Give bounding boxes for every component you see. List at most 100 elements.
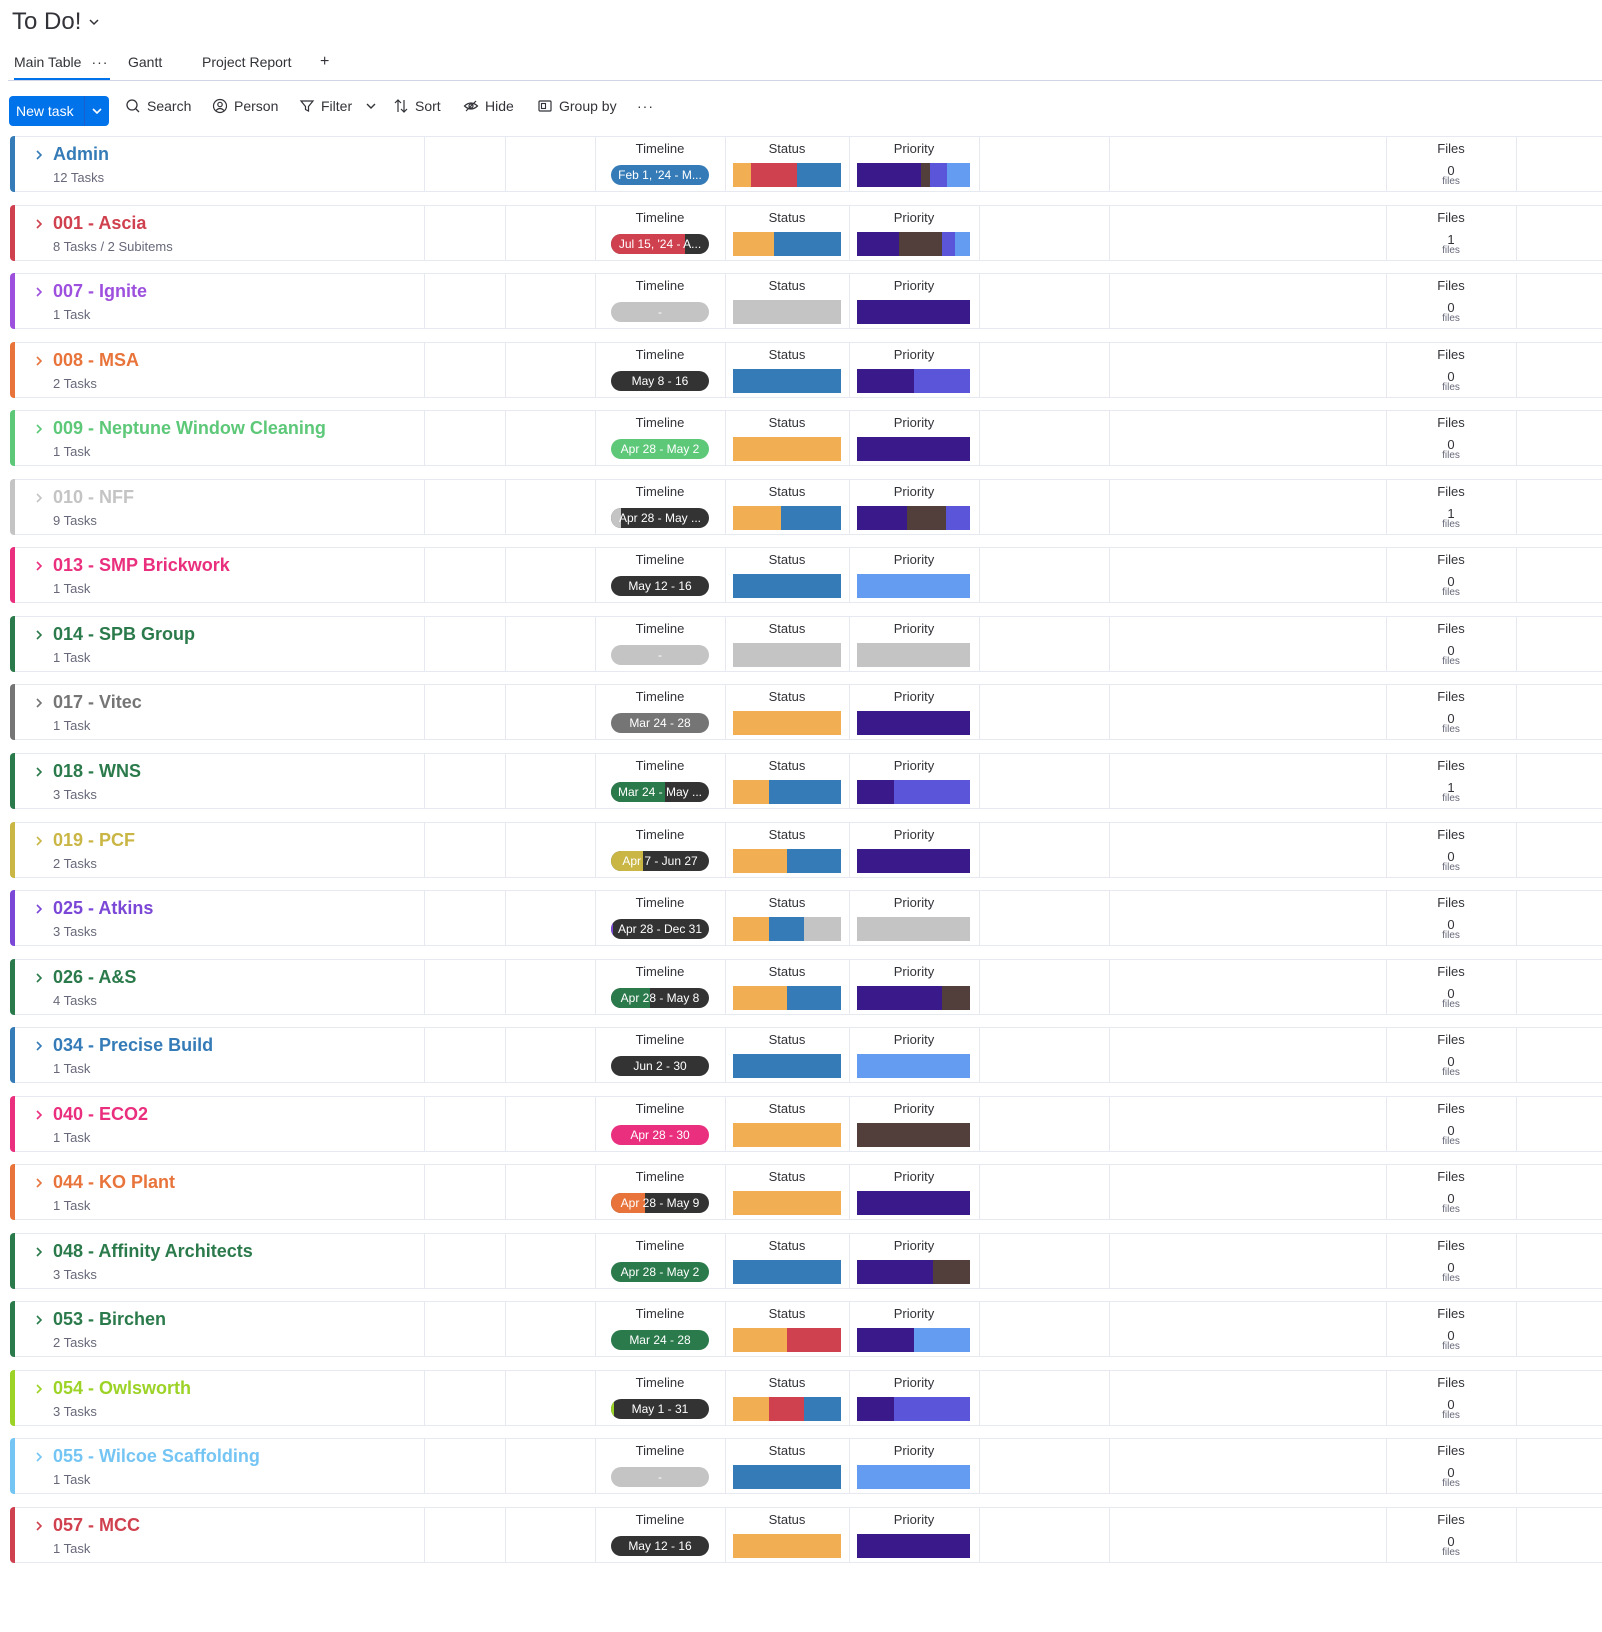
timeline-pill[interactable]: - — [611, 645, 709, 665]
priority-distribution-bar[interactable] — [857, 1054, 970, 1078]
chevron-right-icon[interactable] — [33, 1246, 45, 1258]
group-header[interactable]: 007 - Ignite 1 Task — [15, 273, 425, 329]
chevron-right-icon[interactable] — [33, 423, 45, 435]
files-summary-cell[interactable]: Files 1 files — [1386, 753, 1517, 809]
chevron-right-icon[interactable] — [33, 1314, 45, 1326]
group-name[interactable]: 019 - PCF — [53, 830, 135, 851]
group-header[interactable]: 019 - PCF 2 Tasks — [15, 822, 425, 878]
group-header[interactable]: Admin 12 Tasks — [15, 136, 425, 192]
status-distribution-bar[interactable] — [733, 1191, 841, 1215]
priority-distribution-bar[interactable] — [857, 574, 970, 598]
chevron-right-icon[interactable] — [33, 1451, 45, 1463]
group-name[interactable]: 034 - Precise Build — [53, 1035, 213, 1056]
timeline-pill[interactable]: Apr 28 - May 8 — [611, 988, 709, 1008]
group-header[interactable]: 009 - Neptune Window Cleaning 1 Task — [15, 410, 425, 466]
status-distribution-bar[interactable] — [733, 1123, 841, 1147]
group-name[interactable]: 014 - SPB Group — [53, 624, 195, 645]
group-header[interactable]: 017 - Vitec 1 Task — [15, 684, 425, 740]
status-distribution-bar[interactable] — [733, 574, 841, 598]
group-name[interactable]: 054 - Owlsworth — [53, 1378, 191, 1399]
group-header[interactable]: 054 - Owlsworth 3 Tasks — [15, 1370, 425, 1426]
timeline-pill[interactable]: Mar 24 - 28 — [611, 1330, 709, 1350]
files-summary-cell[interactable]: Files 0 files — [1386, 1507, 1517, 1563]
group-name[interactable]: 008 - MSA — [53, 350, 139, 371]
status-distribution-bar[interactable] — [733, 1465, 841, 1489]
timeline-pill[interactable]: Apr 28 - May 2 — [611, 1262, 709, 1282]
timeline-pill[interactable]: May 12 - 16 — [611, 1536, 709, 1556]
group-name[interactable]: 057 - MCC — [53, 1515, 140, 1536]
group-name[interactable]: 044 - KO Plant — [53, 1172, 175, 1193]
search-button[interactable]: Search — [125, 98, 191, 114]
timeline-pill[interactable]: Apr 28 - May 2 — [611, 439, 709, 459]
chevron-right-icon[interactable] — [33, 1520, 45, 1532]
tab-project-report[interactable]: Project Report — [202, 52, 291, 78]
timeline-pill[interactable]: Feb 1, '24 - M... — [611, 165, 709, 185]
timeline-pill[interactable]: May 12 - 16 — [611, 576, 709, 596]
group-name[interactable]: 017 - Vitec — [53, 692, 142, 713]
files-summary-cell[interactable]: Files 0 files — [1386, 1096, 1517, 1152]
priority-distribution-bar[interactable] — [857, 1123, 970, 1147]
group-name[interactable]: 013 - SMP Brickwork — [53, 555, 230, 576]
files-summary-cell[interactable]: Files 0 files — [1386, 890, 1517, 946]
group-header[interactable]: 044 - KO Plant 1 Task — [15, 1164, 425, 1220]
chevron-right-icon[interactable] — [33, 1383, 45, 1395]
files-summary-cell[interactable]: Files 0 files — [1386, 1233, 1517, 1289]
timeline-pill[interactable]: Mar 24 - 28 — [611, 713, 709, 733]
group-header[interactable]: 013 - SMP Brickwork 1 Task — [15, 547, 425, 603]
tab-options-icon[interactable]: ··· — [91, 54, 108, 70]
group-header[interactable]: 010 - NFF 9 Tasks — [15, 479, 425, 535]
sort-button[interactable]: Sort — [393, 98, 441, 114]
add-view-button[interactable]: + — [320, 52, 329, 78]
chevron-right-icon[interactable] — [33, 218, 45, 230]
files-summary-cell[interactable]: Files 0 files — [1386, 273, 1517, 329]
priority-distribution-bar[interactable] — [857, 917, 970, 941]
status-distribution-bar[interactable] — [733, 986, 841, 1010]
priority-distribution-bar[interactable] — [857, 849, 970, 873]
group-name[interactable]: 025 - Atkins — [53, 898, 153, 919]
chevron-right-icon[interactable] — [33, 835, 45, 847]
status-distribution-bar[interactable] — [733, 1328, 841, 1352]
filter-button[interactable]: Filter — [299, 98, 376, 114]
files-summary-cell[interactable]: Files 1 files — [1386, 205, 1517, 261]
files-summary-cell[interactable]: Files 0 files — [1386, 342, 1517, 398]
priority-distribution-bar[interactable] — [857, 369, 970, 393]
timeline-pill[interactable]: Jun 2 - 30 — [611, 1056, 709, 1076]
chevron-right-icon[interactable] — [33, 766, 45, 778]
files-summary-cell[interactable]: Files 0 files — [1386, 822, 1517, 878]
timeline-pill[interactable]: Apr 28 - Dec 31 — [611, 919, 709, 939]
chevron-right-icon[interactable] — [33, 355, 45, 367]
priority-distribution-bar[interactable] — [857, 1397, 970, 1421]
group-header[interactable]: 025 - Atkins 3 Tasks — [15, 890, 425, 946]
more-options-button[interactable]: ··· — [637, 98, 654, 114]
status-distribution-bar[interactable] — [733, 1534, 841, 1558]
chevron-right-icon[interactable] — [33, 286, 45, 298]
tab-gantt[interactable]: Gantt — [128, 52, 162, 78]
chevron-right-icon[interactable] — [33, 149, 45, 161]
group-by-button[interactable]: Group by — [537, 98, 617, 114]
status-distribution-bar[interactable] — [733, 1054, 841, 1078]
group-name[interactable]: 009 - Neptune Window Cleaning — [53, 418, 326, 439]
timeline-pill[interactable]: - — [611, 1467, 709, 1487]
new-task-button[interactable]: New task — [9, 96, 109, 126]
priority-distribution-bar[interactable] — [857, 163, 970, 187]
priority-distribution-bar[interactable] — [857, 300, 970, 324]
chevron-right-icon[interactable] — [33, 492, 45, 504]
status-distribution-bar[interactable] — [733, 369, 841, 393]
timeline-pill[interactable]: Apr 28 - May ... — [611, 508, 709, 528]
chevron-right-icon[interactable] — [33, 629, 45, 641]
group-name[interactable]: 055 - Wilcoe Scaffolding — [53, 1446, 260, 1467]
group-name[interactable]: 040 - ECO2 — [53, 1104, 148, 1125]
group-header[interactable]: 026 - A&S 4 Tasks — [15, 959, 425, 1015]
chevron-down-icon[interactable] — [89, 17, 99, 27]
priority-distribution-bar[interactable] — [857, 1465, 970, 1489]
group-header[interactable]: 040 - ECO2 1 Task — [15, 1096, 425, 1152]
group-name[interactable]: 053 - Birchen — [53, 1309, 166, 1330]
status-distribution-bar[interactable] — [733, 437, 841, 461]
timeline-pill[interactable]: May 8 - 16 — [611, 371, 709, 391]
files-summary-cell[interactable]: Files 0 files — [1386, 1164, 1517, 1220]
priority-distribution-bar[interactable] — [857, 1328, 970, 1352]
chevron-right-icon[interactable] — [33, 903, 45, 915]
status-distribution-bar[interactable] — [733, 506, 841, 530]
timeline-pill[interactable]: Apr 28 - 30 — [611, 1125, 709, 1145]
group-name[interactable]: 048 - Affinity Architects — [53, 1241, 253, 1262]
